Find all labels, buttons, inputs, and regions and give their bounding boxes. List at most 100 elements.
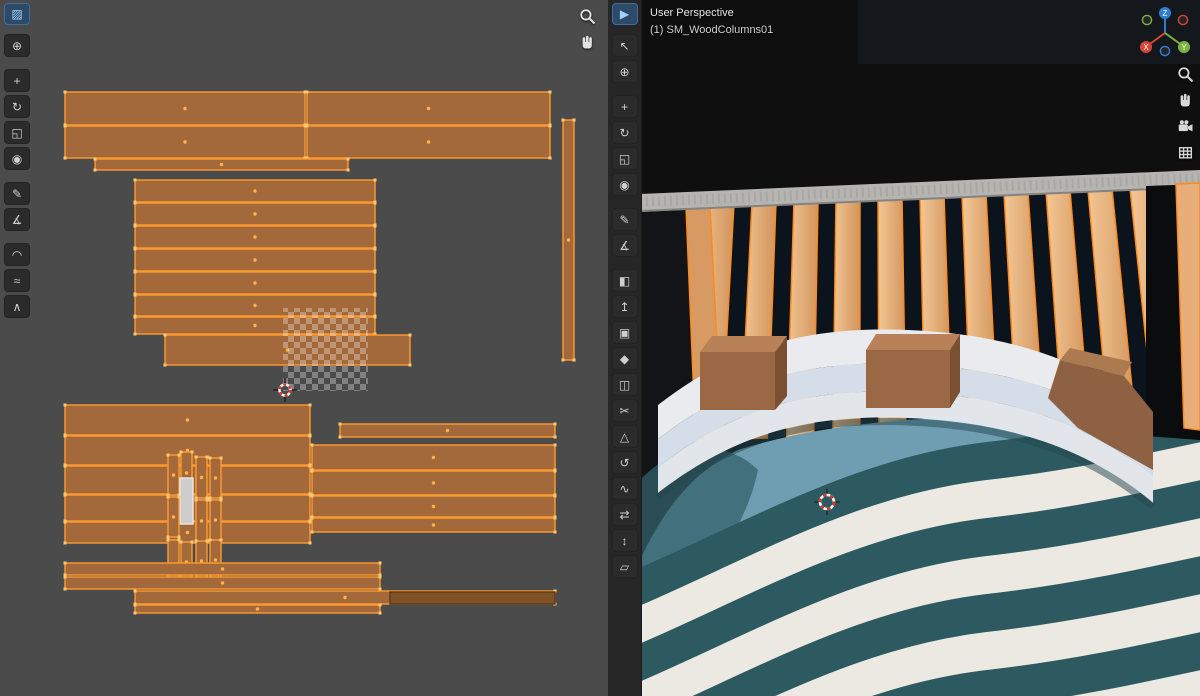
viewport-3d-canvas[interactable] [608, 0, 1200, 696]
active-object-label: (1) SM_WoodColumns01 [650, 24, 774, 37]
navigation-gizmo[interactable]: Z X Y [1134, 2, 1196, 64]
cursor-tool-button[interactable]: ⊕ [4, 34, 30, 57]
axis-neg-x[interactable] [1177, 14, 1189, 26]
rotate-tool-button[interactable]: ↻ [611, 121, 638, 144]
measure-tool-button[interactable]: ∡ [611, 234, 638, 257]
bevel-tool-button[interactable]: ◆ [611, 347, 638, 370]
grab-tool-button[interactable]: ◠ [4, 243, 30, 266]
bench-cube-right[interactable] [866, 334, 960, 408]
uv-vertex [179, 540, 183, 544]
axis-x[interactable]: X [1140, 41, 1152, 53]
uv-vertex [177, 495, 181, 499]
uv-vertex [378, 587, 382, 591]
scale-tool-button[interactable]: ◱ [4, 121, 30, 144]
pinch-tool-button[interactable]: ∧ [4, 295, 30, 318]
spin-tool-button[interactable]: ↺ [611, 451, 638, 474]
uv-face-center [219, 162, 224, 167]
uv-vertex [308, 464, 312, 468]
transform-tool-button[interactable]: ◉ [4, 147, 30, 170]
uv-vertex [163, 333, 167, 337]
uv-vertex [133, 247, 137, 251]
grid-overlay-icon[interactable] [1177, 144, 1194, 161]
uv-vertex [373, 315, 377, 319]
relax-tool-button[interactable]: ≈ [4, 269, 30, 292]
uv-vertex [308, 403, 312, 407]
uv-face-center [220, 581, 225, 585]
uv-vertex [338, 435, 342, 439]
pan-hand-icon[interactable] [1177, 92, 1194, 109]
scale-tool-button[interactable]: ◱ [611, 147, 638, 170]
uv-island[interactable] [389, 591, 556, 605]
uv-vertex [373, 178, 377, 182]
uv-face-center [431, 455, 436, 460]
uv-face-center [255, 607, 260, 611]
edge-slide-tool-button[interactable]: ⇄ [611, 503, 638, 526]
uv-island[interactable] [179, 477, 194, 525]
annotate-tool-button[interactable]: ✎ [611, 208, 638, 231]
cursor-tool-button[interactable]: ⊕ [611, 60, 638, 83]
annotate-tool-button[interactable]: ✎ [4, 182, 30, 205]
pan-hand-icon[interactable] [579, 34, 596, 51]
uv-vertex [208, 538, 212, 542]
uv-vertex [133, 603, 137, 607]
uv-face-center [431, 481, 436, 485]
zoom-icon[interactable] [1177, 66, 1194, 83]
camera-view-icon[interactable] [1177, 118, 1194, 135]
editor-type-3d-viewport-button[interactable]: ▶ [611, 3, 638, 25]
uv-face-center [213, 476, 218, 480]
uv-vertex [553, 516, 557, 520]
zoom-icon[interactable] [579, 8, 596, 25]
extrude-tool-button[interactable]: ↥ [611, 295, 638, 318]
uv-vertex [208, 456, 212, 460]
move-tool-button[interactable]: + [4, 69, 30, 92]
uv-vertex [572, 118, 576, 122]
viewport-toolbar: ▶ ↖ ⊕ + ↻ ◱ ◉ ✎ ∡ ◧ ↥ ▣ ◆ ◫ ✂ △ ↺ ∿ ⇄ ↕ ▱ [608, 0, 642, 696]
uv-editor-toolbar: ▨ ⊕ + ↻ ◱ ◉ ✎ ∡ ◠ ≈ ∧ [0, 0, 34, 321]
uv-vertex [373, 247, 377, 251]
uv-vertex [190, 540, 194, 544]
tweak-select-tool-button[interactable]: ↖ [611, 34, 638, 57]
axis-y[interactable]: Y [1178, 41, 1190, 53]
uv-vertex [63, 575, 67, 579]
loop-cut-tool-button[interactable]: ◫ [611, 373, 638, 396]
shrink-fatten-tool-button[interactable]: ↕ [611, 529, 638, 552]
uv-vertex [177, 535, 181, 539]
smooth-tool-button[interactable]: ∿ [611, 477, 638, 500]
measure-tool-button[interactable]: ∡ [4, 208, 30, 231]
uv-vertex [190, 450, 194, 454]
axis-neg-y[interactable] [1141, 14, 1153, 26]
poly-build-icon: △ [619, 429, 630, 444]
uv-vertex [548, 156, 552, 160]
uv-vertex [310, 516, 314, 520]
uv-vertex [305, 124, 309, 128]
shear-tool-button[interactable]: ▱ [611, 555, 638, 578]
inset-faces-tool-button[interactable]: ▣ [611, 321, 638, 344]
uv-vertex [572, 358, 576, 362]
viewport-3d-icon: ▶ [619, 7, 630, 21]
transform-tool-button[interactable]: ◉ [611, 173, 638, 196]
uv-face-center [343, 595, 347, 600]
rotate-tool-button[interactable]: ↻ [4, 95, 30, 118]
uv-editor-canvas[interactable] [0, 0, 608, 696]
uv-face-center [253, 235, 257, 239]
editor-type-uv-editor-button[interactable]: ▨ [4, 3, 30, 25]
knife-tool-button[interactable]: ✂ [611, 399, 638, 422]
bench-cube-left[interactable] [700, 336, 787, 410]
poly-build-tool-button[interactable]: △ [611, 425, 638, 448]
svg-text:Z: Z [1163, 9, 1168, 18]
uv-vertex [548, 90, 552, 94]
measure-icon: ∡ [619, 238, 630, 253]
uv-face-center [185, 418, 190, 422]
add-cube-tool-button[interactable]: ◧ [611, 269, 638, 292]
uv-face-center [253, 323, 257, 328]
cursor-icon: ⊕ [11, 38, 23, 53]
uv-vertex [63, 156, 67, 160]
svg-text:Y: Y [1181, 43, 1187, 52]
axis-z[interactable]: Z [1159, 7, 1171, 19]
move-tool-button[interactable]: + [611, 95, 638, 118]
uv-vertex [63, 90, 67, 94]
uv-vertex [205, 539, 209, 543]
axis-neg-z[interactable] [1159, 45, 1171, 57]
transform-icon: ◉ [619, 177, 630, 192]
viewport-3d-panel: ▶ ↖ ⊕ + ↻ ◱ ◉ ✎ ∡ ◧ ↥ ▣ ◆ ◫ ✂ △ ↺ ∿ ⇄ ↕ ▱ User Perspective … [608, 0, 1200, 696]
